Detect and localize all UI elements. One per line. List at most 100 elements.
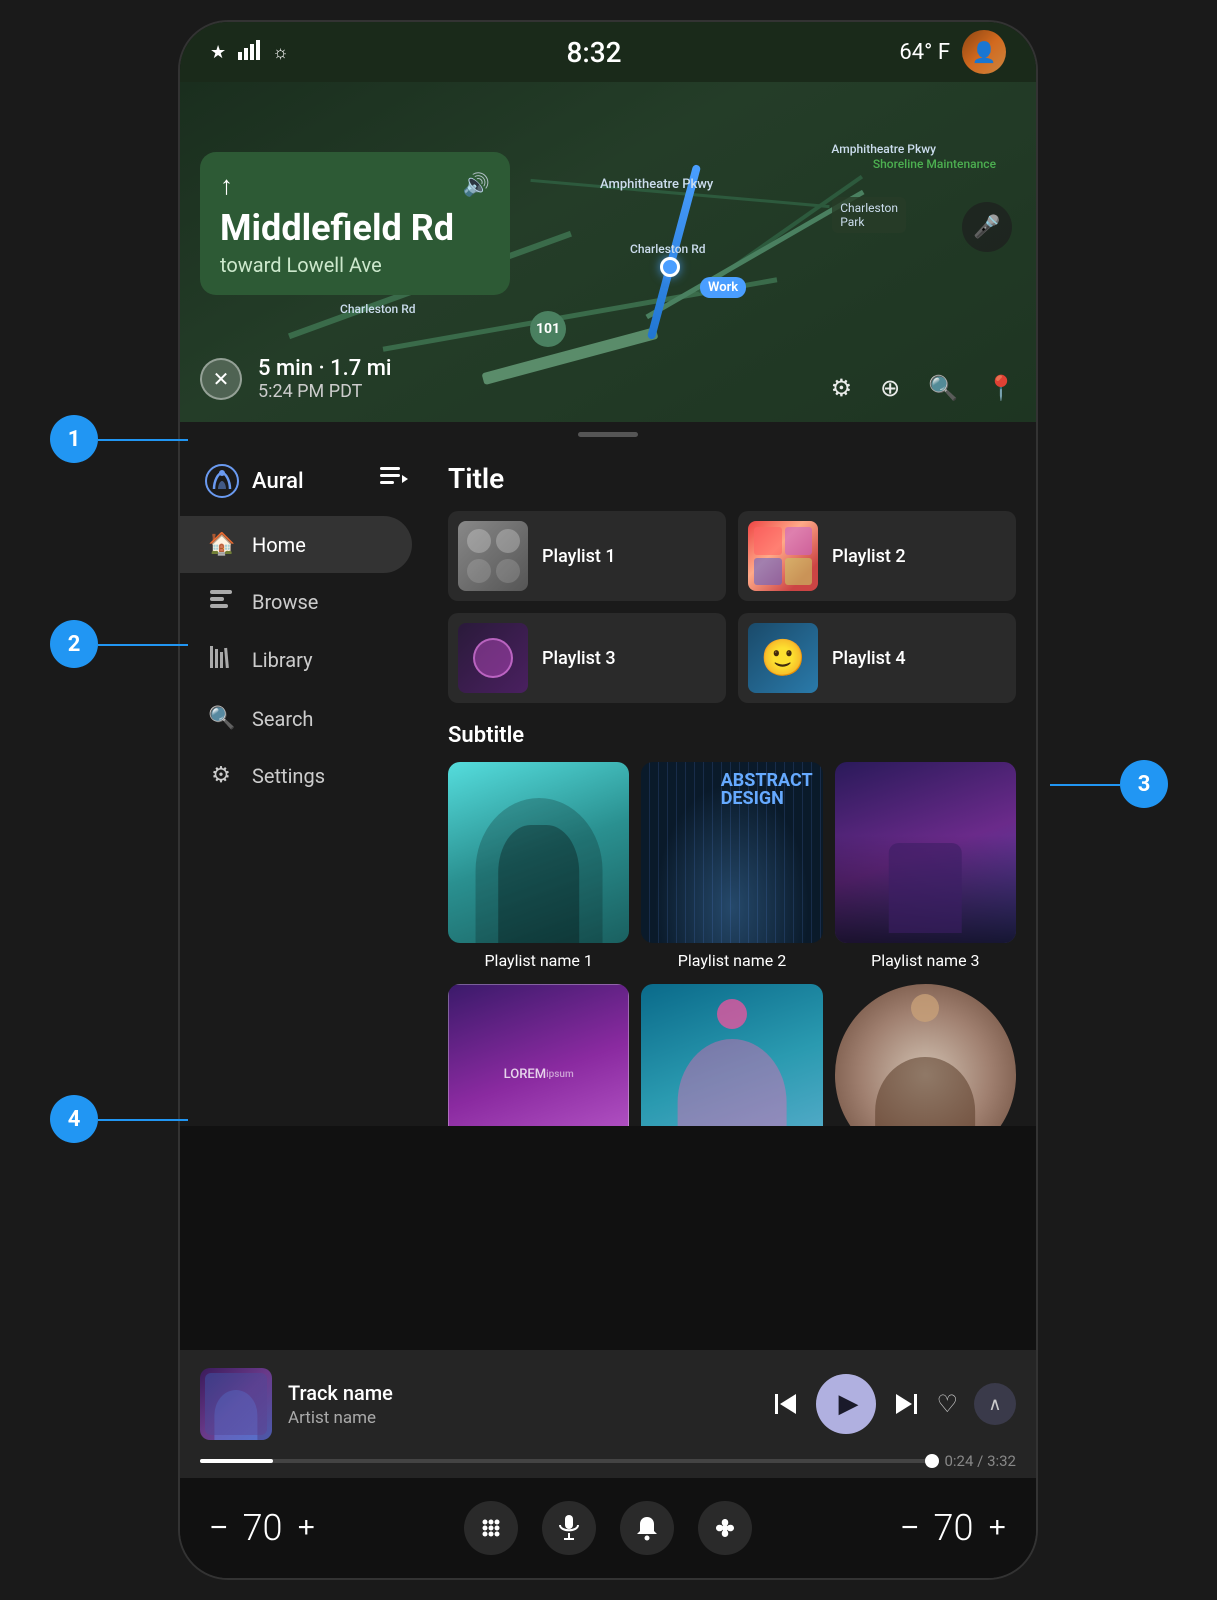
trip-eta: 5:24 PM PDT [258,381,392,402]
ann-line-2 [98,644,188,646]
directions-icon[interactable]: ⊕ [880,374,900,402]
home-icon: 🏠 [208,532,234,557]
progress-bar-container: 0:24 / 3:32 [200,1452,1016,1470]
playlist-card-3-name: Playlist name 3 [871,951,979,970]
playlist-item-3[interactable]: Playlist 3 [448,613,726,703]
main-content: Title [428,446,1036,1126]
play-pause-button[interactable]: ▶ [816,1374,876,1434]
main-title: Title [448,462,1016,495]
left-vol-value: 70 [238,1507,288,1549]
playlist-card-5[interactable] [641,984,822,1126]
sidebar-settings-label: Settings [252,764,325,788]
playlist-card-2-thumb: ABSTRACTDESIGN [641,762,822,943]
close-navigation-button[interactable]: ✕ [200,358,242,400]
avatar[interactable]: 👤 [962,30,1006,74]
expand-player-button[interactable]: ∧ [974,1383,1016,1425]
map-controls: ⚙ ⊕ 🔍 📍 [831,374,1016,402]
left-vol-minus[interactable]: − [210,1511,228,1545]
like-button[interactable]: ♡ [936,1390,958,1418]
prev-track-button[interactable] [772,1390,800,1418]
sidebar-item-library[interactable]: Library [180,630,412,690]
nav-volume-icon[interactable]: 🔊 [463,173,490,198]
navigation-card: ↑ 🔊 Middlefield Rd toward Lowell Ave [200,152,510,295]
status-right: 64° F 👤 [899,30,1006,74]
progress-track[interactable] [200,1459,934,1463]
playlist-item-4[interactable]: 🙂 Playlist 4 [738,613,1016,703]
browse-icon [208,589,234,614]
search-map-icon[interactable]: 🔍 [928,374,958,402]
temperature-display: 64° F [899,40,950,65]
sidebar-item-settings[interactable]: ⚙ Settings [180,747,412,804]
trip-info: ✕ 5 min · 1.7 mi 5:24 PM PDT [200,356,392,402]
sidebar: Aural 🏠 Home [180,446,428,1126]
playlist-card-2[interactable]: ABSTRACTDESIGN Playlist name 2 [641,762,822,970]
map-label-amphitheatre: Amphitheatre Pkwy [600,177,713,192]
right-vol-value: 70 [928,1507,978,1549]
sidebar-search-label: Search [252,707,313,731]
nav-road-name: Middlefield Rd [220,209,490,249]
playlist-card-1[interactable]: Playlist name 1 [448,762,629,970]
app-section: Aural 🏠 Home [180,446,1036,1126]
playlist-item-2[interactable]: Playlist 2 [738,511,1016,601]
annotation-4: 4 [50,1095,98,1143]
map-label-charleston2: Charleston Rd [340,302,416,316]
work-pin: Work [700,277,746,298]
now-playing-top: Track name Artist name ▶ [200,1368,1016,1440]
drag-handle-bar [578,432,638,437]
voice-mic-button[interactable]: 🎤 [962,202,1012,252]
track-name: Track name [288,1381,756,1405]
annotation-1: 1 [50,415,98,463]
phone-frame: ★ ☼ 8:32 64° F 👤 [178,20,1038,1580]
playlist-grid-large: Playlist name 1 ABSTRACTDESIGN Playlist … [448,762,1016,970]
pin-icon[interactable]: 📍 [986,374,1016,402]
right-vol-minus[interactable]: − [901,1511,919,1545]
bluetooth-icon: ★ [210,42,226,63]
left-vol-plus[interactable]: + [298,1511,316,1545]
map-area[interactable]: Amphitheatre Pkwy Charleston Rd Charlest… [180,82,1036,422]
sidebar-item-search[interactable]: 🔍 Search [180,690,412,747]
microphone-button[interactable] [542,1501,596,1555]
sidebar-home-label: Home [252,533,306,557]
playlist-card-6-thumb [835,984,1016,1126]
playlist-2-thumb [748,521,818,591]
playlist-card-6[interactable] [835,984,1016,1126]
playlist-card-4[interactable]: LOREMipsum [448,984,629,1126]
app-logo: Aural [204,463,304,499]
grid-button[interactable] [464,1501,518,1555]
left-volume-control: − 70 + [210,1507,315,1549]
bottom-center-icons [464,1501,752,1555]
playlist-card-1-thumb [448,762,629,943]
playlist-card-3-thumb [835,762,1016,943]
progress-dot [925,1454,939,1468]
playlist-card-3[interactable]: Playlist name 3 [835,762,1016,970]
fan-button[interactable] [698,1501,752,1555]
trip-time: 5 min · 1.7 mi [258,356,392,381]
playback-controls: ▶ ♡ ∧ [772,1374,1016,1434]
notification-button[interactable] [620,1501,674,1555]
ann-line-1 [98,439,188,441]
progress-fill [200,1459,273,1463]
right-vol-plus[interactable]: + [988,1511,1006,1545]
subtitle: Subtitle [448,723,1016,748]
track-info: Track name Artist name [288,1381,756,1428]
brightness-icon: ☼ [272,42,289,63]
app-name: Aural [252,469,304,494]
playlist-card-1-name: Playlist name 1 [484,951,592,970]
drag-handle [180,422,1036,446]
highway-line [482,327,659,385]
settings-icon[interactable]: ⚙ [831,374,853,402]
playlist-card-5-thumb [641,984,822,1126]
sidebar-item-home[interactable]: 🏠 Home [180,516,412,573]
playlist-4-thumb: 🙂 [748,623,818,693]
next-track-button[interactable] [892,1390,920,1418]
playlist-grid-partial: LOREMipsum [448,984,1016,1126]
now-playing-bar: Track name Artist name ▶ [180,1350,1036,1478]
playlist-1-thumb [458,521,528,591]
queue-icon[interactable] [380,467,408,495]
map-label-charleston: Charleston Rd [630,242,706,256]
sidebar-item-browse[interactable]: Browse [180,573,412,630]
sidebar-browse-label: Browse [252,590,318,614]
playlist-item-1[interactable]: Playlist 1 [448,511,726,601]
playlist-card-2-name: Playlist name 2 [678,951,786,970]
settings-nav-icon: ⚙ [208,763,234,788]
